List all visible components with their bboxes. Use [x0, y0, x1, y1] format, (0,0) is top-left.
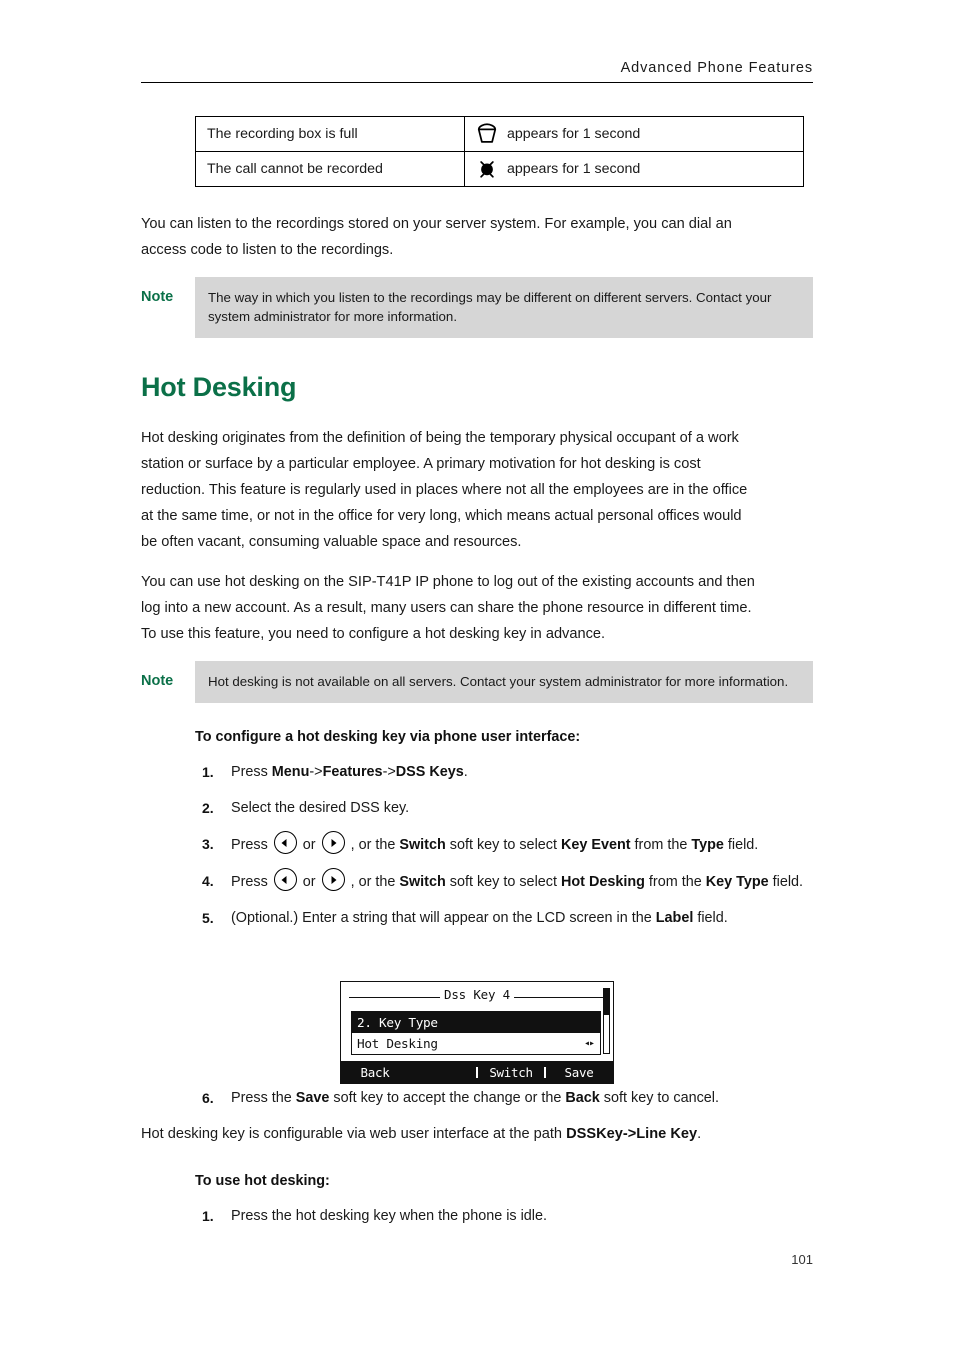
note-block-2: Note Hot desking is not available on all… [141, 661, 813, 703]
section-paragraph-1: Hot desking originates from the definiti… [141, 430, 748, 550]
note-label: Note [141, 673, 174, 689]
note-text: The way in which you listen to the recor… [195, 277, 813, 338]
page-content: The recording box is full appears for 1 s… [141, 110, 813, 941]
lcd-screen-figure: Dss Key 4 2. Key Type Hot Desking ◂▸ Bac… [141, 981, 813, 1084]
table-cell-action: appears for 1 second [464, 116, 804, 152]
note-label: Note [141, 289, 174, 305]
intro-paragraph: You can listen to the recordings stored … [141, 216, 732, 258]
table-row: The call cannot be recorded appears for 1… [195, 151, 804, 187]
page-title: Hot Desking [141, 372, 297, 402]
lcd-title: Dss Key 4 [440, 987, 514, 1002]
note-block-1: Note The way in which you listen to the … [141, 277, 813, 338]
emphasis: Hot Desking [560, 874, 645, 890]
table-cell-condition: The recording box is full [195, 116, 465, 152]
emphasis: Save [295, 1090, 330, 1106]
emphasis: Menu [271, 764, 310, 780]
step-number: 2. [202, 800, 214, 816]
procedure-steps-configure-tail: 6. Press the Save soft key to accept the … [195, 1085, 813, 1111]
step-text: Select the desired DSS key. [231, 800, 410, 816]
lcd-selected-field[interactable]: 2. Key Type [352, 1012, 600, 1033]
procedure-steps-configure: 1. Press Menu->Features->DSS Keys. 2. Selec… [195, 759, 813, 931]
emphasis: Type [691, 837, 724, 853]
section-paragraph-2: You can use hot desking on the SIP-T41P … [141, 574, 755, 642]
header-title: Advanced Phone Features [620, 60, 813, 76]
emphasis: Key Type [705, 874, 769, 890]
lcd-scrollbar-thumb[interactable] [604, 989, 609, 1015]
lcd-softkey-bar: Back Switch Save [341, 1061, 613, 1083]
web-ui-path-note: Hot desking key is configurable via web … [141, 1126, 702, 1142]
nav-right-key-icon[interactable] [321, 868, 345, 891]
emphasis: DSS Keys [395, 764, 464, 780]
procedure-title-configure: To configure a hot desking key via phone… [195, 729, 581, 745]
nav-left-key-icon[interactable] [273, 868, 297, 891]
step-number: 1. [202, 764, 214, 780]
procedure-title-use: To use hot desking: [195, 1173, 330, 1189]
lcd-field-value: Hot Desking [357, 1036, 438, 1051]
header-rule [141, 82, 813, 83]
step-text: Press or , or the Switch soft key to sel… [231, 831, 758, 854]
lcd-softkey-save[interactable]: Save [544, 1065, 613, 1080]
emphasis: Switch [399, 837, 446, 853]
step-text: (Optional.) Enter a string that will app… [231, 910, 728, 926]
step-text: Press or , or the Switch soft key to sel… [231, 868, 803, 891]
nav-right-key-icon[interactable] [321, 831, 345, 854]
page-header: Advanced Phone Features [141, 60, 813, 83]
list-item: 4. Press or , or the Switch soft key to s… [195, 868, 813, 895]
step-number: 4. [202, 873, 214, 889]
table-row: The recording box is full appears for 1 s… [195, 116, 804, 152]
emphasis: Line Key [636, 1126, 698, 1142]
table-cell-action: appears for 1 second [464, 151, 804, 187]
nav-left-key-icon[interactable] [273, 831, 297, 854]
step-number: 1. [202, 1208, 214, 1224]
phone-lcd: Dss Key 4 2. Key Type Hot Desking ◂▸ Bac… [340, 981, 614, 1084]
emphasis: -> [622, 1126, 637, 1142]
note-text: Hot desking is not available on all serv… [195, 661, 813, 703]
lcd-softkey-back[interactable]: Back [341, 1065, 409, 1080]
recording-box-full-icon [476, 123, 498, 145]
procedure-steps-use: 1. Press the hot desking key when the pho… [195, 1203, 813, 1229]
page-number: 101 [791, 1252, 813, 1267]
page-content-tail: 6. Press the Save soft key to accept the … [141, 1085, 813, 1239]
list-item: 6. Press the Save soft key to accept the … [195, 1085, 813, 1111]
record-failed-icon [476, 158, 498, 180]
emphasis: Features [322, 764, 383, 780]
emphasis: Key Event [560, 837, 631, 853]
table-cell-action-text: appears for 1 second [507, 161, 641, 177]
lcd-value-arrows-icon: ◂▸ [583, 1038, 595, 1049]
table-cell-action-text: appears for 1 second [507, 126, 641, 142]
emphasis: Label [655, 910, 694, 926]
lcd-field-value-row[interactable]: Hot Desking ◂▸ [352, 1033, 600, 1054]
step-number: 6. [202, 1090, 214, 1106]
emphasis: Switch [399, 874, 446, 890]
step-number: 3. [202, 836, 214, 852]
list-item: 2. Select the desired DSS key. [195, 795, 813, 821]
lcd-scrollbar[interactable] [603, 988, 610, 1054]
list-item: 3. Press or , or the Switch soft key to s… [195, 831, 813, 858]
emphasis: DSSKey [566, 1126, 623, 1142]
list-item: 5. (Optional.) Enter a string that will a… [195, 905, 813, 931]
list-item: 1. Press Menu->Features->DSS Keys. [195, 759, 813, 785]
list-item: 1. Press the hot desking key when the pho… [195, 1203, 813, 1229]
step-number: 5. [202, 910, 214, 926]
emphasis: Back [565, 1090, 600, 1106]
lcd-title-row: Dss Key 4 [349, 986, 605, 1008]
lcd-softkey-switch[interactable]: Switch [476, 1065, 545, 1080]
document-page: Advanced Phone Features The recording bo… [0, 0, 954, 1350]
step-text: Press the Save soft key to accept the ch… [231, 1090, 719, 1106]
table-cell-condition: The call cannot be recorded [195, 151, 465, 187]
recording-status-table: The recording box is full appears for 1 s… [195, 116, 804, 187]
lcd-field-list: 2. Key Type Hot Desking ◂▸ [351, 1011, 601, 1055]
step-text: Press the hot desking key when the phone… [231, 1208, 547, 1224]
step-text: Press Menu->Features->DSS Keys. [231, 764, 468, 780]
